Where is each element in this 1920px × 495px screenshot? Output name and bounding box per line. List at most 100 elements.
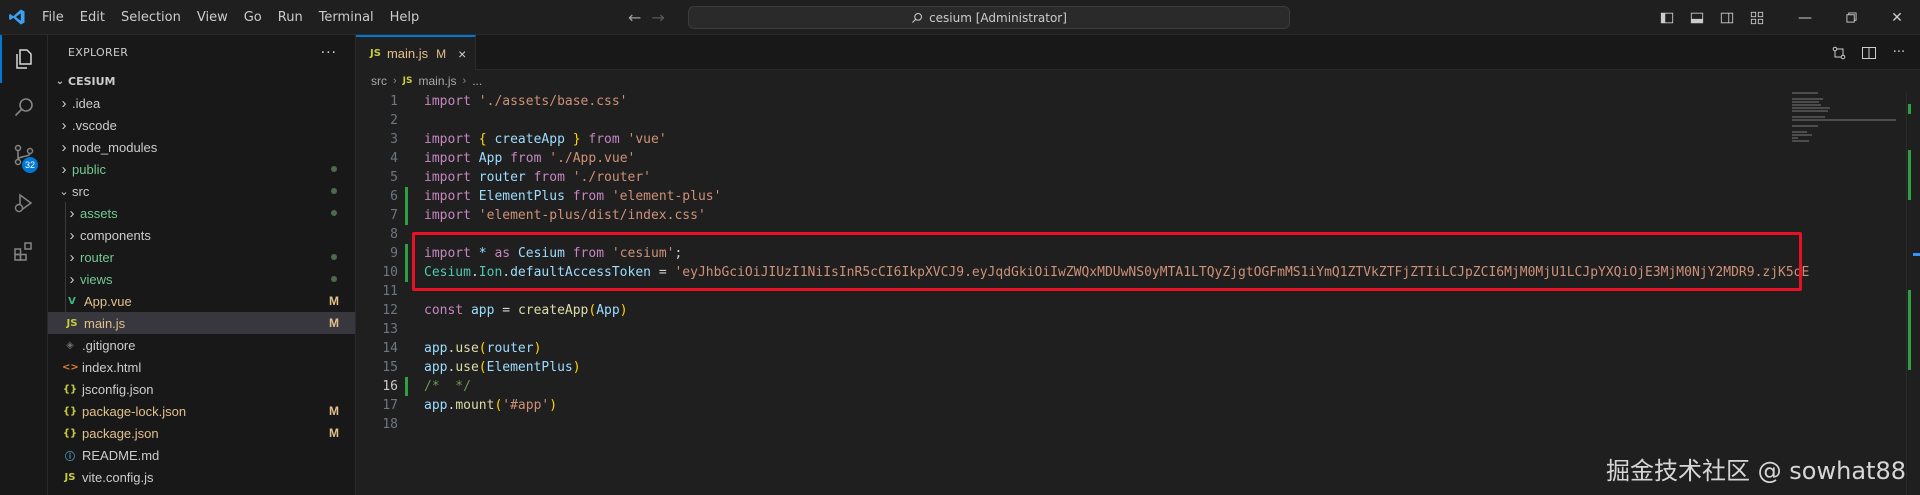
explorer-activity-icon[interactable]	[0, 35, 48, 83]
code-line: 5 import router from './router'	[356, 168, 1920, 187]
minimap-line	[1792, 104, 1821, 106]
menu-item-go[interactable]: Go	[236, 0, 270, 35]
tree-item-router[interactable]: › router	[48, 246, 355, 268]
open-changes-icon[interactable]	[1828, 42, 1850, 64]
tree-item-src[interactable]: ⌄ src	[48, 180, 355, 202]
line-number: 15	[382, 360, 398, 375]
tree-item-vite-config-js[interactable]: JS vite.config.js	[48, 466, 355, 488]
line-number: 5	[390, 170, 398, 185]
chevron-right-icon: ›	[61, 94, 67, 112]
chevron-right-icon: ›	[393, 75, 397, 87]
tree-item-label: main.js	[84, 315, 126, 331]
indent-guide	[65, 246, 66, 268]
tree-item-node-modules[interactable]: › node_modules	[48, 136, 355, 158]
minimap-line	[1792, 101, 1819, 103]
line-number: 14	[382, 341, 398, 356]
scrollbar-change-marker	[1908, 104, 1911, 114]
tree-item-idea[interactable]: › .idea	[48, 92, 355, 114]
line-number: 7	[390, 208, 398, 223]
tree-item-package-json[interactable]: {} package.json M	[48, 422, 355, 444]
menu-item-edit[interactable]: Edit	[72, 0, 113, 35]
tab-close-icon[interactable]: ×	[458, 46, 466, 62]
workspace-section-header[interactable]: ⌄ CESIUM	[48, 70, 355, 92]
tree-item-assets[interactable]: › assets	[48, 202, 355, 224]
menu-item-file[interactable]: File	[34, 0, 72, 35]
close-window-button[interactable]: ✕	[1874, 0, 1920, 35]
split-editor-icon[interactable]	[1858, 42, 1880, 64]
tree-item-label: src	[72, 183, 90, 199]
extensions-activity-icon[interactable]	[0, 227, 48, 275]
tree-item-gitignore[interactable]: ◈ .gitignore	[48, 334, 355, 356]
code-line: 2	[356, 111, 1920, 130]
code-editor[interactable]: 1 import './assets/base.css' 2 3 import { cr…	[356, 92, 1920, 495]
customize-layout-icon[interactable]	[1742, 0, 1772, 35]
explorer-header: EXPLORER ···	[48, 35, 355, 70]
gutter-change-marker	[405, 244, 408, 263]
forward-arrow-icon[interactable]: →	[651, 8, 664, 27]
menu-item-selection[interactable]: Selection	[113, 0, 189, 35]
tree-item-label: node_modules	[72, 139, 158, 155]
search-activity-icon[interactable]	[0, 83, 48, 131]
tree-item-main-js[interactable]: JS main.js M	[48, 312, 355, 334]
chevron-right-icon: ›	[69, 248, 75, 266]
chevron-right-icon: ›	[61, 138, 67, 156]
code-content: app.mount('#app')	[424, 398, 558, 413]
line-number: 4	[390, 151, 398, 166]
editor-actions: ···	[1828, 35, 1910, 70]
chevron-down-icon: ⌄	[59, 185, 69, 198]
tree-item-label: assets	[80, 205, 118, 221]
code-line: 3 import { createApp } from 'vue'	[356, 130, 1920, 149]
tree-item-jsconfig-json[interactable]: {} jsconfig.json	[48, 378, 355, 400]
tab-main-js[interactable]: JS main.js M ×	[356, 35, 476, 70]
tree-item-package-lock-json[interactable]: {} package-lock.json M	[48, 400, 355, 422]
tree-item-public[interactable]: › public	[48, 158, 355, 180]
file-tree: › .idea › .vscode › node_modules › public ⌄ src › a…	[48, 92, 355, 488]
toggle-panel-icon[interactable]	[1682, 0, 1712, 35]
code-line: 9 import * as Cesium from 'cesium';	[356, 244, 1920, 263]
menu-item-help[interactable]: Help	[382, 0, 428, 35]
menu-item-run[interactable]: Run	[270, 0, 311, 35]
tree-item-app-vue[interactable]: V App.vue M	[48, 290, 355, 312]
gutter-change-marker	[405, 187, 408, 206]
search-icon	[912, 12, 923, 23]
command-center-search[interactable]: cesium [Administrator]	[688, 6, 1290, 29]
code-line: 13	[356, 320, 1920, 339]
minimap-line	[1792, 137, 1798, 139]
tree-item-components[interactable]: › components	[48, 224, 355, 246]
minimap[interactable]	[1790, 92, 1900, 495]
line-number: 3	[390, 132, 398, 147]
indent-guide	[65, 202, 66, 224]
toggle-secondary-sidebar-icon[interactable]	[1712, 0, 1742, 35]
menu-item-view[interactable]: View	[189, 0, 236, 35]
tree-item-label: package-lock.json	[82, 403, 187, 419]
restore-button[interactable]	[1828, 0, 1874, 35]
back-arrow-icon[interactable]: ←	[628, 8, 641, 27]
code-line: 11	[356, 282, 1920, 301]
menu-item-terminal[interactable]: Terminal	[311, 0, 382, 35]
breadcrumb-item[interactable]: main.js	[419, 74, 457, 88]
breadcrumb-item[interactable]: ...	[472, 74, 482, 88]
tree-item-vscode[interactable]: › .vscode	[48, 114, 355, 136]
tree-item-label: public	[72, 161, 106, 177]
tree-item-readme-md[interactable]: ⓘ README.md	[48, 444, 355, 466]
code-content: app.use(router)	[424, 341, 542, 356]
toggle-primary-sidebar-icon[interactable]	[1652, 0, 1682, 35]
chevron-right-icon: ›	[69, 226, 75, 244]
editor-tabs: JS main.js M × ···	[356, 35, 1920, 70]
run-debug-activity-icon[interactable]	[0, 179, 48, 227]
source-control-activity-icon[interactable]: 32	[0, 131, 48, 179]
gutter-change-marker	[405, 377, 408, 396]
indent-guide	[65, 268, 66, 290]
tree-item-label: package.json	[82, 425, 159, 441]
tree-item-index-html[interactable]: <> index.html	[48, 356, 355, 378]
minimize-button[interactable]: —	[1782, 0, 1828, 35]
json-file-icon: {}	[62, 405, 78, 417]
watermark: 掘金技术社区 @ sowhat88	[1606, 457, 1906, 485]
gutter-change-marker	[405, 206, 408, 225]
breadcrumb-item[interactable]: src	[371, 74, 387, 88]
chevron-down-icon: ⌄	[55, 75, 65, 87]
more-actions-icon[interactable]: ···	[321, 45, 337, 61]
vscode-logo-icon	[0, 0, 34, 35]
more-editor-actions-icon[interactable]: ···	[1888, 42, 1910, 64]
tree-item-views[interactable]: › views	[48, 268, 355, 290]
